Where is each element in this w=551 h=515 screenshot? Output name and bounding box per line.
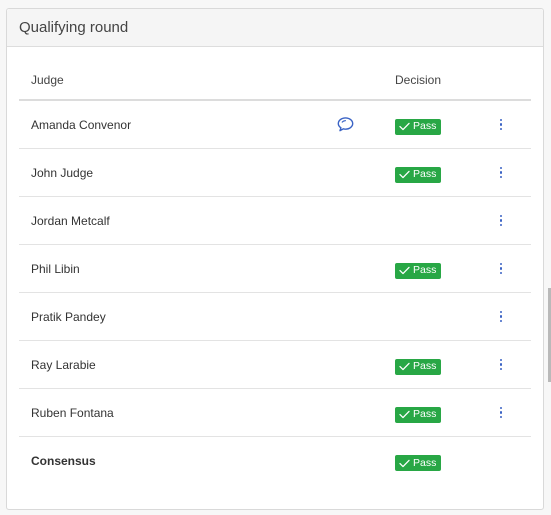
decision-cell: Pass <box>395 451 442 471</box>
check-icon <box>399 362 410 371</box>
check-icon <box>399 459 410 468</box>
decision-cell: Pass <box>395 403 442 423</box>
check-icon <box>399 170 410 179</box>
table-row: Amanda Convenor Pass <box>19 101 531 149</box>
decision-cell: Pass <box>395 115 442 135</box>
vertical-ellipsis-icon <box>499 214 503 227</box>
pass-badge: Pass <box>395 118 442 135</box>
decision-label: Pass <box>413 360 437 373</box>
vertical-ellipsis-icon <box>499 118 503 131</box>
decision-label: Pass <box>413 120 437 133</box>
qualifying-round-panel: Qualifying round Judge Decision Amanda C… <box>6 8 544 510</box>
decision-label: Pass <box>413 456 437 469</box>
judge-name: John Judge <box>31 165 94 180</box>
pass-badge: Pass <box>395 455 442 471</box>
judge-name: Phil Libin <box>31 261 80 276</box>
check-icon <box>399 410 410 419</box>
comment-bubble-icon[interactable] <box>337 116 354 131</box>
judge-name: Ray Larabie <box>31 357 96 372</box>
vertical-ellipsis-icon <box>499 406 503 419</box>
table-header-row: Judge Decision <box>19 61 531 101</box>
row-menu-button[interactable] <box>491 355 511 375</box>
table-row: Ray Larabie Pass <box>19 341 531 389</box>
pass-badge: Pass <box>395 358 442 375</box>
row-menu-button[interactable] <box>491 115 511 135</box>
table-body: Amanda Convenor Pass John Judge Pass Jordan … <box>19 101 531 485</box>
judge-column-header: Judge <box>31 73 64 87</box>
decision-cell: Pass <box>395 355 442 375</box>
judge-name: Amanda Convenor <box>31 117 132 132</box>
vertical-ellipsis-icon <box>499 262 503 275</box>
panel-header: Qualifying round <box>7 9 543 47</box>
table-row: Consensus Pass <box>19 437 531 485</box>
judges-table: Judge Decision Amanda Convenor Pass John J… <box>19 61 531 485</box>
decision-label: Pass <box>413 264 437 277</box>
judge-name: Ruben Fontana <box>31 405 114 420</box>
consensus-label: Consensus <box>31 454 96 468</box>
vertical-ellipsis-icon <box>499 310 503 323</box>
judge-name: Jordan Metcalf <box>31 213 110 228</box>
vertical-ellipsis-icon <box>499 166 503 179</box>
row-menu-button[interactable] <box>491 403 511 423</box>
table-row: John Judge Pass <box>19 149 531 197</box>
decision-cell: Pass <box>395 163 442 183</box>
row-menu-button[interactable] <box>491 259 511 279</box>
decision-cell: Pass <box>395 259 442 279</box>
decision-label: Pass <box>413 408 437 421</box>
table-row: Phil Libin Pass <box>19 245 531 293</box>
table-row: Pratik Pandey <box>19 293 531 341</box>
pass-badge: Pass <box>395 262 442 279</box>
row-menu-button[interactable] <box>491 211 511 231</box>
vertical-ellipsis-icon <box>499 358 503 371</box>
pass-badge: Pass <box>395 166 442 183</box>
decision-column-header: Decision <box>395 73 442 87</box>
decision-label: Pass <box>413 168 437 181</box>
panel-title: Qualifying round <box>19 19 129 36</box>
table-row: Ruben Fontana Pass <box>19 389 531 437</box>
check-icon <box>399 266 410 275</box>
pass-badge: Pass <box>395 406 442 423</box>
check-icon <box>399 122 410 131</box>
row-menu-button[interactable] <box>491 163 511 183</box>
judge-name: Pratik Pandey <box>31 309 106 324</box>
table-row: Jordan Metcalf <box>19 197 531 245</box>
row-menu-button[interactable] <box>491 307 511 327</box>
